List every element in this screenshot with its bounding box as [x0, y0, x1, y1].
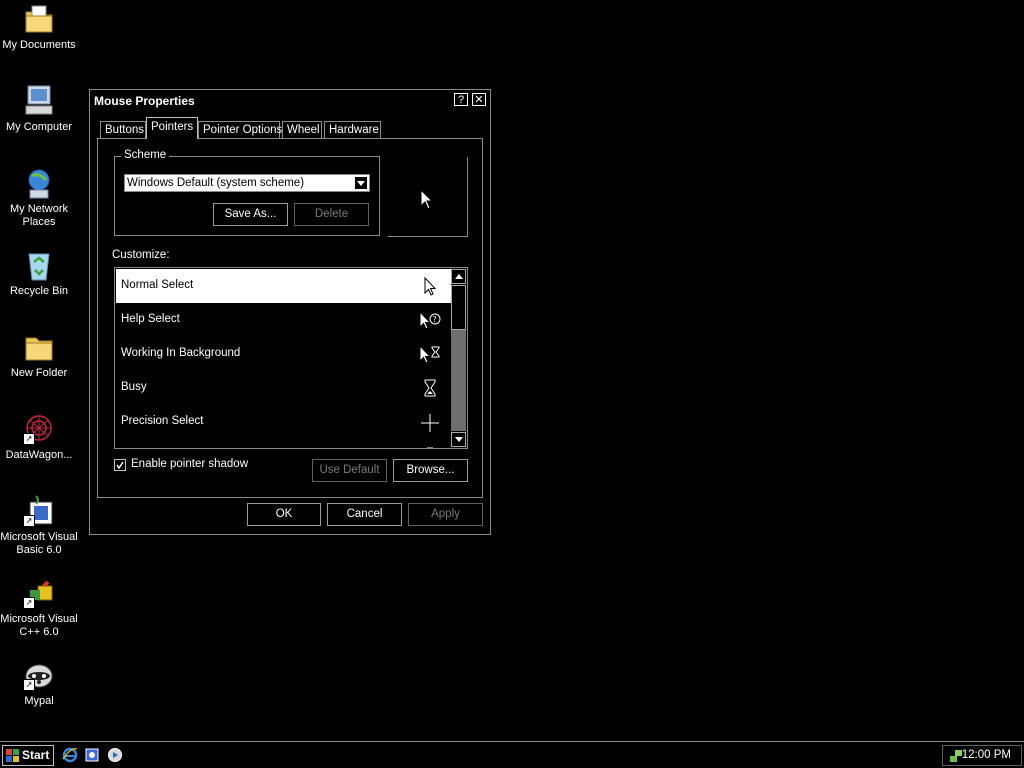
scheme-dropdown[interactable]: Windows Default (system scheme) [124, 174, 370, 192]
desktop-icon-datawagon[interactable]: ↗ DataWagon... [0, 412, 78, 462]
desktop-icon-my-documents[interactable]: My Documents [0, 2, 78, 52]
system-tray: 12:00 PM [942, 745, 1022, 766]
close-button[interactable]: ✕ [472, 93, 486, 106]
pointer-preview [388, 157, 468, 237]
dialog-title: Mouse Properties [94, 94, 195, 108]
vb6-icon: ↗ [22, 494, 56, 528]
start-label: Start [22, 748, 50, 762]
list-item[interactable]: Normal Select [116, 269, 451, 303]
desktop-icon-label: New Folder [10, 367, 68, 379]
desktop-icon-recycle-bin[interactable]: Recycle Bin [0, 248, 78, 298]
pointers-tab-panel: Scheme Windows Default (system scheme) S… [97, 138, 483, 498]
scheme-legend: Scheme [121, 149, 170, 161]
desktop-icon-vb6[interactable]: ↗ Microsoft Visual Basic 6.0 [0, 494, 78, 557]
taskbar: Start 12:00 PM [0, 741, 1024, 768]
desktop-icon-vcpp[interactable]: ↗ Microsoft Visual C++ 6.0 [0, 576, 78, 639]
media-player-icon[interactable] [107, 747, 123, 763]
desktop-icon-label: DataWagon... [5, 449, 73, 461]
enable-pointer-shadow-label[interactable]: Enable pointer shadow [131, 458, 248, 470]
chevron-down-icon[interactable] [354, 176, 368, 190]
dialog-titlebar[interactable]: Mouse Properties ? ✕ [90, 90, 490, 112]
pointer-name: Help Select [121, 313, 180, 325]
outlook-icon[interactable] [84, 747, 100, 763]
scroll-down-arrow-icon[interactable] [451, 432, 466, 447]
help-button[interactable]: ? [454, 93, 468, 106]
scroll-up-arrow-icon[interactable] [451, 269, 466, 284]
desktop-icon-label: Microsoft Visual C++ 6.0 [0, 613, 78, 638]
list-item[interactable]: Working In Background [116, 337, 451, 371]
scroll-track[interactable] [451, 330, 466, 431]
scheme-groupbox: Scheme Windows Default (system scheme) S… [114, 149, 380, 236]
list-item-partial [116, 439, 451, 448]
ok-button[interactable]: OK [247, 503, 321, 526]
tab-wheel[interactable]: Wheel [282, 121, 322, 138]
help-cursor-icon: ? [419, 311, 441, 330]
list-item[interactable]: Busy [116, 371, 451, 405]
pointer-name: Working In Background [121, 347, 241, 359]
windows-logo-icon [6, 749, 19, 762]
start-button[interactable]: Start [2, 745, 54, 766]
folder-documents-icon [22, 2, 56, 36]
desktop-icon-my-network-places[interactable]: My Network Places [0, 166, 78, 229]
mouse-properties-dialog: Mouse Properties ? ✕ Buttons Pointers Po… [89, 89, 491, 535]
svg-text:?: ? [433, 315, 437, 324]
desktop-icon-new-folder[interactable]: New Folder [0, 330, 78, 380]
ie-icon[interactable] [62, 747, 78, 763]
vcpp-icon: ↗ [22, 576, 56, 610]
clock[interactable]: 12:00 PM [962, 749, 1011, 761]
pointer-name: Precision Select [121, 415, 204, 427]
mypal-icon: ↗ [22, 658, 56, 692]
network-icon [22, 166, 56, 200]
tab-pointer-options[interactable]: Pointer Options [198, 121, 282, 138]
list-item[interactable]: Help Select ? [116, 303, 451, 337]
list-scrollbar[interactable] [451, 269, 466, 447]
use-default-button[interactable]: Use Default [312, 459, 387, 482]
desktop-icon-my-computer[interactable]: My Computer [0, 84, 78, 134]
desktop-icon-label: Recycle Bin [9, 285, 69, 297]
arrow-cursor-icon [424, 277, 437, 296]
pointer-name: Normal Select [121, 279, 194, 291]
datawagon-icon: ↗ [22, 412, 56, 446]
cancel-button[interactable]: Cancel [327, 503, 402, 526]
desktop-icon-label: My Documents [2, 39, 76, 51]
pointer-name: Busy [121, 381, 147, 393]
hourglass-cursor-icon [424, 379, 436, 397]
text-cursor-icon [427, 447, 433, 448]
browse-button[interactable]: Browse... [393, 459, 468, 482]
desktop-icon-label: My Computer [5, 121, 73, 133]
apply-button[interactable]: Apply [408, 503, 483, 526]
save-as-button[interactable]: Save As... [213, 203, 288, 226]
tab-hardware[interactable]: Hardware [324, 121, 381, 138]
enable-pointer-shadow-checkbox[interactable] [114, 459, 126, 471]
checkmark-icon [116, 461, 124, 470]
desktop-icon-label: Mypal [24, 695, 54, 707]
desktop-icon-label: Microsoft Visual Basic 6.0 [0, 531, 78, 556]
tab-pointers[interactable]: Pointers [146, 117, 198, 139]
desktop-icon-mypal[interactable]: ↗ Mypal [0, 658, 78, 708]
scheme-selected-value: Windows Default (system scheme) [127, 177, 305, 189]
working-cursor-icon [419, 345, 440, 364]
desktop-icon-label: My Network Places [9, 203, 69, 228]
computer-icon [22, 84, 56, 118]
scroll-thumb[interactable] [451, 285, 466, 330]
crosshair-cursor-icon [421, 414, 439, 432]
tab-buttons[interactable]: Buttons [100, 121, 146, 138]
folder-icon [22, 330, 56, 364]
arrow-cursor-icon [420, 189, 434, 210]
pointer-listbox[interactable]: Normal Select Help Select ? Working In B… [114, 267, 468, 449]
delete-button[interactable]: Delete [294, 203, 369, 226]
list-item[interactable]: Precision Select [116, 405, 451, 439]
recycle-bin-icon [22, 248, 56, 282]
customize-label: Customize: [112, 249, 170, 261]
